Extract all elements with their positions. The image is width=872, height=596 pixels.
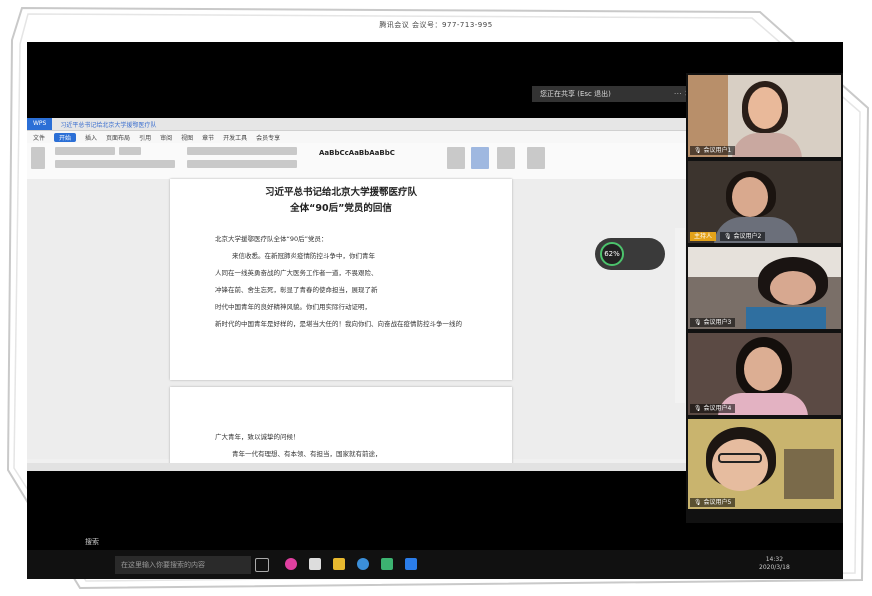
document-paragraph-line: 人同在一线英勇奋战的广大医务工作者一道，不畏艰险、 bbox=[215, 269, 378, 277]
style-gallery[interactable]: AaBbCcAaBbAaBbC bbox=[319, 149, 395, 157]
clock-date: 2020/3/18 bbox=[759, 564, 790, 571]
menu-home[interactable]: 开始 bbox=[54, 132, 77, 142]
app-icon-3[interactable] bbox=[381, 558, 393, 570]
paste-button[interactable] bbox=[31, 147, 45, 169]
app-tab[interactable]: WPS bbox=[27, 118, 53, 130]
document-paragraph-line: 广大青年，致以诚挚的问候！ bbox=[215, 433, 300, 441]
text-tools-button[interactable] bbox=[497, 147, 515, 169]
document-workarea: 习近平总书记给北京大学援鄂医疗队 全体“90后”党员的回信 北京大学援鄂医疗队全… bbox=[27, 179, 687, 467]
meeting-id-header: 腾讯会议 会议号：977-713-995 bbox=[379, 21, 493, 29]
menu-insert[interactable]: 插入 bbox=[85, 133, 97, 142]
start-menu-label: 搜索 bbox=[85, 538, 99, 546]
mic-icon: 🎙 bbox=[694, 405, 702, 412]
participant-face bbox=[770, 271, 816, 305]
participant-name-label: 🎙 会议用户4 bbox=[690, 404, 736, 413]
font-size-select[interactable] bbox=[119, 147, 141, 155]
menu-layout[interactable]: 页面布局 bbox=[106, 133, 130, 142]
os-taskbar: 在这里输入你要搜索的内容 14:32 2020/3/18 bbox=[27, 550, 843, 579]
host-badge: 主持人 bbox=[690, 232, 717, 241]
participant-tile[interactable]: 🎙 会议用户4 bbox=[688, 333, 841, 415]
document-paragraph-line: 冲锋在前、舍生忘死，彰显了青春的使命担当，展现了新 bbox=[215, 286, 378, 294]
participant-tile[interactable]: 🎙 会议用户1 bbox=[688, 75, 841, 157]
style-samples: AaBbCcAaBbAaBbC bbox=[319, 149, 395, 157]
app-icon-2[interactable] bbox=[309, 558, 321, 570]
select-button[interactable] bbox=[471, 147, 489, 169]
paragraph-buttons[interactable] bbox=[187, 147, 297, 155]
menu-view[interactable]: 视图 bbox=[181, 133, 193, 142]
search-button[interactable] bbox=[527, 147, 545, 169]
participant-face bbox=[732, 177, 768, 217]
clock-time: 14:32 bbox=[765, 556, 784, 563]
document-editor-window: WPS 习近平总书记给北京大学援鄂医疗队 文件 开始 插入 页面布局 引用 审阅… bbox=[27, 118, 687, 471]
document-salutation: 北京大学援鄂医疗队全体“90后”党员： bbox=[215, 235, 328, 243]
menu-member[interactable]: 会员专享 bbox=[256, 133, 280, 142]
font-name-select[interactable] bbox=[55, 147, 115, 155]
document-paragraph-line: 时代中国青年的良好精神风貌。你们用实际行动证明， bbox=[215, 303, 371, 311]
participant-tile[interactable]: 🎙 会议用户3 bbox=[688, 247, 841, 329]
editor-tab-bar: WPS 习近平总书记给北京大学援鄂医疗队 bbox=[27, 118, 687, 131]
task-view-icon[interactable] bbox=[255, 558, 269, 572]
participant-tile[interactable]: 🎙 会议用户5 bbox=[688, 419, 841, 509]
meeting-app-icon[interactable] bbox=[405, 558, 417, 570]
document-paragraph-line: 新时代的中国青年是好样的，是堪当大任的！我向你们、向奋战在疫情防控斗争一线的 bbox=[215, 320, 462, 328]
mic-icon: 🎙 bbox=[694, 319, 702, 326]
app-icon-1[interactable] bbox=[285, 558, 297, 570]
participant-face bbox=[748, 87, 782, 129]
sharing-status-bar[interactable]: 您正在共享 (Esc 退出) ⋯ ✕ bbox=[532, 86, 695, 102]
participant-name-label: 🎙 会议用户2 bbox=[720, 232, 766, 241]
participant-face bbox=[744, 347, 782, 391]
participant-name-label: 🎙 会议用户1 bbox=[690, 146, 736, 155]
document-page-1[interactable]: 习近平总书记给北京大学援鄂医疗队 全体“90后”党员的回信 北京大学援鄂医疗队全… bbox=[170, 179, 512, 380]
shared-screen: 您正在共享 (Esc 退出) ⋯ ✕ WPS 习近平总书记给北京大学援鄂医疗队 … bbox=[27, 42, 843, 579]
document-tab[interactable]: 习近平总书记给北京大学援鄂医疗队 bbox=[52, 120, 164, 129]
participant-video-panel: 🎙 会议用户1 主持人 🎙 会议用户2 🎙 会议用户3 🎙 会议用户4 🎙 会议… bbox=[686, 73, 843, 523]
document-page-2[interactable]: 广大青年，致以诚挚的问候！ 青年一代有理想、有本领、有担当，国家就有前途， bbox=[170, 387, 512, 467]
mic-icon: 🎙 bbox=[694, 499, 702, 506]
participant-name-label: 🎙 会议用户3 bbox=[690, 318, 736, 327]
editor-menu-bar: 文件 开始 插入 页面布局 引用 审阅 视图 章节 开发工具 会员专享 bbox=[27, 131, 687, 143]
system-clock[interactable]: 14:32 2020/3/18 bbox=[759, 556, 790, 572]
document-title-line-2: 全体“90后”党员的回信 bbox=[290, 203, 392, 214]
menu-review[interactable]: 审阅 bbox=[160, 133, 172, 142]
sharing-status-text: 您正在共享 (Esc 退出) bbox=[540, 90, 611, 98]
menu-developer[interactable]: 开发工具 bbox=[223, 133, 247, 142]
participant-face bbox=[712, 439, 768, 491]
menu-file[interactable]: 文件 bbox=[33, 133, 45, 142]
folder-icon[interactable] bbox=[333, 558, 345, 570]
zoom-widget[interactable]: 62% bbox=[595, 238, 665, 270]
mic-icon: 🎙 bbox=[694, 147, 702, 154]
participant-tile[interactable]: 主持人 🎙 会议用户2 bbox=[688, 161, 841, 243]
mic-icon: 🎙 bbox=[724, 233, 732, 240]
menu-references[interactable]: 引用 bbox=[139, 133, 151, 142]
document-paragraph-line: 青年一代有理想、有本领、有担当，国家就有前途， bbox=[232, 450, 382, 458]
browser-icon[interactable] bbox=[357, 558, 369, 570]
taskbar-search-input[interactable]: 在这里输入你要搜索的内容 bbox=[115, 556, 251, 574]
zoom-level: 62% bbox=[600, 242, 624, 266]
font-format-buttons[interactable] bbox=[55, 160, 175, 168]
right-tool-strip[interactable] bbox=[675, 228, 685, 403]
document-paragraph-line: 来信收悉。在新冠肺炎疫情防控斗争中，你们青年 bbox=[232, 252, 375, 260]
toolbar-ribbon: AaBbCcAaBbAaBbC bbox=[27, 143, 687, 180]
document-title-line-1: 习近平总书记给北京大学援鄂医疗队 bbox=[264, 187, 417, 198]
alignment-buttons[interactable] bbox=[187, 160, 297, 168]
editor-status-bar bbox=[27, 463, 687, 471]
menu-section[interactable]: 章节 bbox=[202, 133, 214, 142]
find-replace-button[interactable] bbox=[447, 147, 465, 169]
participant-name-label: 🎙 会议用户5 bbox=[690, 498, 736, 507]
